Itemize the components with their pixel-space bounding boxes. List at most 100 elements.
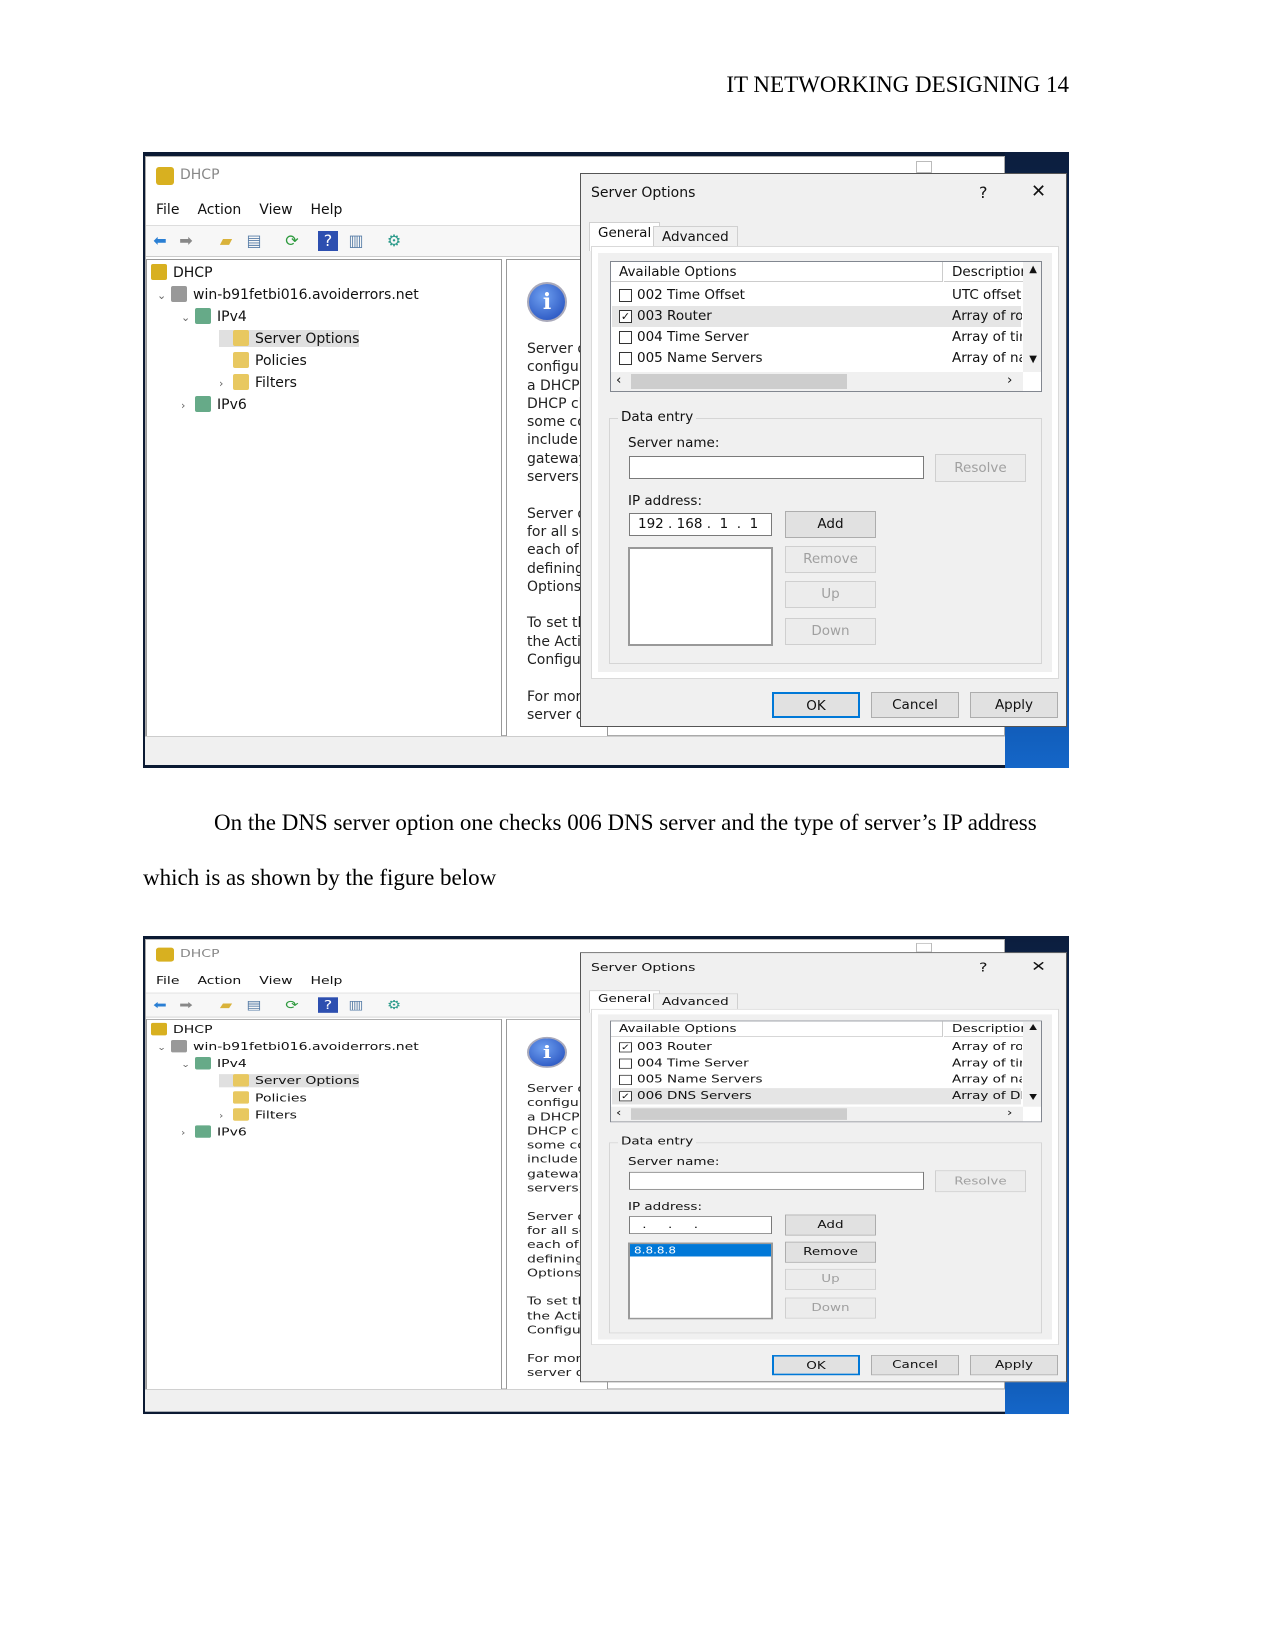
scroll-left-icon[interactable]: ‹	[616, 1107, 621, 1119]
minimize-button[interactable]	[916, 942, 932, 953]
menu-action[interactable]: Action	[197, 202, 241, 218]
scroll-right-icon[interactable]: ›	[1007, 372, 1012, 388]
option-row[interactable]: ✓ 003 Router Array of rout	[612, 306, 1022, 327]
add-button[interactable]: Add	[785, 511, 876, 538]
scroll-left-icon[interactable]: ‹	[616, 372, 621, 388]
down-button[interactable]: Down	[785, 618, 876, 645]
resolve-button[interactable]: Resolve	[935, 454, 1026, 482]
ip-address-list[interactable]: 8.8.8.8	[628, 1242, 773, 1320]
column-header-available-options[interactable]: Available Options	[611, 1021, 943, 1037]
option-row[interactable]: 005 Name Servers Array of nam	[612, 348, 1022, 369]
dhcp-gears-icon[interactable]: ⚙	[384, 997, 404, 1013]
ok-button[interactable]: OK	[772, 1355, 860, 1376]
ip-address-input[interactable]: 192 . 168 . 1 . 1	[629, 513, 772, 536]
tree-item[interactable]: Server Options	[219, 1074, 360, 1088]
console-tree[interactable]: DHCP ⌄ win-b91fetbi016.avoiderrors.net ⌄ IPv…	[146, 259, 502, 737]
tree-item[interactable]: › Filters	[219, 1108, 297, 1121]
up-button[interactable]: Up	[785, 581, 876, 608]
tree-item[interactable]: › IPv6	[181, 1125, 247, 1139]
close-button[interactable]: ✕	[1031, 181, 1046, 202]
forward-arrow-icon[interactable]: ➡	[176, 997, 196, 1013]
menu-action[interactable]: Action	[197, 975, 241, 987]
menu-file[interactable]: File	[156, 975, 179, 987]
ip-address-input[interactable]: . . .	[629, 1216, 772, 1234]
option-checkbox[interactable]: ✓	[619, 1042, 632, 1053]
help-icon[interactable]: ?	[318, 231, 338, 251]
option-checkbox[interactable]	[619, 352, 632, 365]
option-row[interactable]: 002 Time Offset UTC offset i	[612, 285, 1022, 306]
option-checkbox[interactable]: ✓	[619, 1091, 632, 1102]
option-row[interactable]: ✓ 006 DNS Servers Array of DN	[612, 1088, 1022, 1105]
apply-button[interactable]: Apply	[970, 692, 1058, 718]
chevron-right-icon[interactable]: ›	[181, 1128, 195, 1138]
option-checkbox[interactable]	[619, 331, 632, 344]
help-button[interactable]: ?	[979, 960, 988, 975]
chevron-right-icon[interactable]: ›	[219, 1111, 233, 1121]
menu-view[interactable]: View	[259, 202, 292, 218]
tree-item[interactable]: DHCP	[151, 1022, 213, 1036]
option-checkbox[interactable]: ✓	[619, 310, 632, 323]
menu-file[interactable]: File	[156, 202, 179, 218]
back-arrow-icon[interactable]: ⬅	[150, 231, 170, 251]
tree-item[interactable]: Policies	[219, 352, 307, 369]
remove-button[interactable]: Remove	[785, 1241, 876, 1263]
refresh-icon[interactable]: ⟳	[282, 231, 302, 251]
ip-address-list[interactable]	[628, 547, 773, 646]
help-icon[interactable]: ?	[318, 997, 338, 1013]
up-folder-icon[interactable]: ▰	[216, 997, 236, 1013]
server-name-input[interactable]	[629, 1171, 924, 1190]
chevron-down-icon[interactable]: ⌄	[157, 1042, 171, 1052]
option-checkbox[interactable]	[619, 1058, 632, 1069]
available-options-list[interactable]: Available Options Description 002 Time Off…	[610, 261, 1042, 392]
chevron-down-icon[interactable]: ⌄	[157, 289, 171, 302]
tree-item[interactable]: Server Options	[219, 330, 360, 347]
chevron-down-icon[interactable]: ⌄	[181, 311, 195, 324]
ok-button[interactable]: OK	[772, 692, 860, 718]
show-hide-action-pane-icon[interactable]: ▥	[346, 997, 366, 1013]
minimize-button[interactable]	[916, 161, 932, 173]
tree-item[interactable]: ⌄ win-b91fetbi016.avoiderrors.net	[157, 286, 419, 303]
option-row[interactable]: 004 Time Server Array of time	[612, 1056, 1022, 1072]
available-options-list[interactable]: Available Options Description ✓ 003 Router A…	[610, 1020, 1042, 1123]
option-checkbox[interactable]	[619, 1074, 632, 1085]
chevron-down-icon[interactable]: ⌄	[181, 1059, 195, 1069]
up-folder-icon[interactable]: ▰	[216, 231, 236, 251]
tree-item[interactable]: Policies	[219, 1091, 307, 1104]
down-button[interactable]: Down	[785, 1297, 876, 1319]
show-hide-console-tree-icon[interactable]: ▤	[244, 231, 264, 251]
ip-list-item[interactable]: 8.8.8.8	[630, 1244, 771, 1257]
option-row[interactable]: 005 Name Servers Array of nam	[612, 1072, 1022, 1088]
tree-item[interactable]: › Filters	[219, 374, 297, 391]
tree-item[interactable]: DHCP	[151, 264, 213, 281]
apply-button[interactable]: Apply	[970, 1355, 1058, 1376]
scroll-thumb[interactable]	[631, 374, 847, 389]
help-button[interactable]: ?	[979, 183, 988, 202]
option-row[interactable]: 004 Time Server Array of time	[612, 327, 1022, 348]
column-header-available-options[interactable]: Available Options	[611, 262, 943, 282]
scroll-up-icon[interactable]: ▲	[1029, 1023, 1037, 1032]
tree-item[interactable]: › IPv6	[181, 396, 247, 413]
scroll-thumb[interactable]	[631, 1108, 847, 1120]
dhcp-gears-icon[interactable]: ⚙	[384, 231, 404, 251]
option-row[interactable]: ✓ 003 Router Array of rout	[612, 1039, 1022, 1055]
show-hide-action-pane-icon[interactable]: ▥	[346, 231, 366, 251]
close-button[interactable]: ✕	[1031, 959, 1046, 975]
tree-item[interactable]: ⌄ win-b91fetbi016.avoiderrors.net	[157, 1039, 419, 1053]
remove-button[interactable]: Remove	[785, 546, 876, 573]
tree-item[interactable]: ⌄ IPv4	[181, 308, 247, 325]
add-button[interactable]: Add	[785, 1214, 876, 1236]
scroll-right-icon[interactable]: ›	[1007, 1107, 1012, 1119]
up-button[interactable]: Up	[785, 1268, 876, 1290]
menu-view[interactable]: View	[259, 975, 292, 987]
cancel-button[interactable]: Cancel	[871, 692, 959, 718]
menu-help[interactable]: Help	[311, 202, 343, 218]
tree-item[interactable]: ⌄ IPv4	[181, 1057, 247, 1070]
scroll-down-icon[interactable]: ▼	[1029, 1093, 1037, 1102]
chevron-right-icon[interactable]: ›	[219, 377, 233, 390]
cancel-button[interactable]: Cancel	[871, 1355, 959, 1376]
show-hide-console-tree-icon[interactable]: ▤	[244, 997, 264, 1013]
resolve-button[interactable]: Resolve	[935, 1170, 1026, 1193]
chevron-right-icon[interactable]: ›	[181, 399, 195, 412]
column-header-description[interactable]: Description	[944, 262, 1023, 282]
option-checkbox[interactable]	[619, 289, 632, 302]
